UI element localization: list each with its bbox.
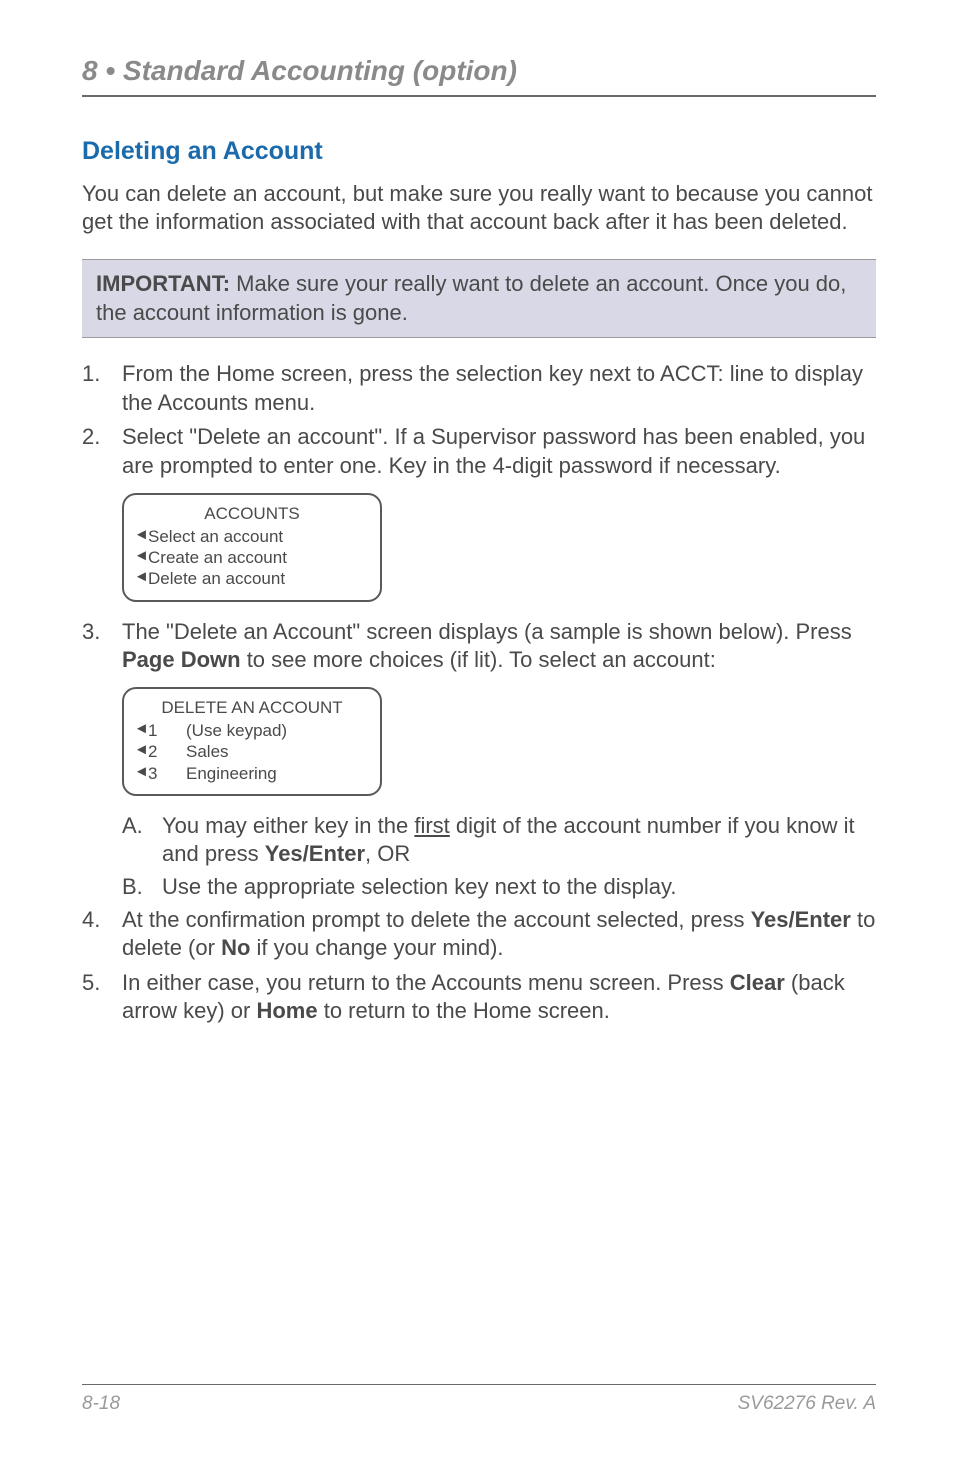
page-footer: 8-18 SV62276 Rev. A [82, 1384, 876, 1415]
section-title: Deleting an Account [82, 137, 876, 166]
step-text: The "Delete an Account" screen displays … [122, 618, 876, 675]
step-text: In either case, you return to the Accoun… [122, 969, 876, 1026]
step-text: At the confirmation prompt to delete the… [122, 906, 876, 963]
substep-a: A. You may either key in the first digit… [122, 812, 876, 869]
left-arrow-icon: ◄ [134, 720, 148, 741]
screen-row-text: Delete an account [148, 568, 285, 589]
screen-row: ◄ 1 (Use keypad) [134, 720, 370, 741]
home-text: Home [256, 998, 317, 1023]
chapter-title: 8 • Standard Accounting (option) [82, 55, 876, 97]
screen-row-text: Sales [166, 741, 229, 762]
step-number: 1. [82, 360, 122, 417]
screen-row-number: 3 [148, 763, 166, 784]
screen-row-text: Select an account [148, 526, 283, 547]
screen-row-text: (Use keypad) [166, 720, 287, 741]
step-text: From the Home screen, press the selectio… [122, 360, 876, 417]
step-5: 5. In either case, you return to the Acc… [82, 969, 876, 1026]
substep-text: Use the appropriate selection key next t… [162, 873, 876, 902]
substep-b: B. Use the appropriate selection key nex… [122, 873, 876, 902]
screen-row: ◄ Delete an account [134, 568, 370, 589]
important-callout: IMPORTANT: Make sure your really want to… [82, 259, 876, 338]
substep-text: You may either key in the first digit of… [162, 812, 876, 869]
step-1: 1. From the Home screen, press the selec… [82, 360, 876, 417]
step-text: Select "Delete an account". If a Supervi… [122, 423, 876, 480]
step-number: 4. [82, 906, 122, 963]
screen-title: DELETE AN ACCOUNT [134, 697, 370, 718]
first-underlined: first [414, 813, 449, 838]
left-arrow-icon: ◄ [134, 568, 148, 589]
screen-row-number: 1 [148, 720, 166, 741]
delete-account-screen: DELETE AN ACCOUNT ◄ 1 (Use keypad) ◄ 2 S… [122, 687, 382, 796]
screen-row-number: 2 [148, 741, 166, 762]
screen-row: ◄ 3 Engineering [134, 763, 370, 784]
page-number: 8-18 [82, 1393, 120, 1415]
step-3: 3. The "Delete an Account" screen displa… [82, 618, 876, 675]
accounts-screen: ACCOUNTS ◄ Select an account ◄ Create an… [122, 493, 382, 602]
step-number: 2. [82, 423, 122, 480]
step-number: 3. [82, 618, 122, 675]
screen-title: ACCOUNTS [134, 503, 370, 524]
intro-paragraph: You can delete an account, but make sure… [82, 180, 876, 235]
document-revision: SV62276 Rev. A [738, 1393, 876, 1415]
left-arrow-icon: ◄ [134, 763, 148, 784]
step-4: 4. At the confirmation prompt to delete … [82, 906, 876, 963]
step-2: 2. Select "Delete an account". If a Supe… [82, 423, 876, 480]
left-arrow-icon: ◄ [134, 526, 148, 547]
step-number: 5. [82, 969, 122, 1026]
left-arrow-icon: ◄ [134, 741, 148, 762]
no-text: No [221, 935, 250, 960]
screen-row: ◄ Create an account [134, 547, 370, 568]
page-down-text: Page Down [122, 647, 241, 672]
screen-row-text: Engineering [166, 763, 277, 784]
substep-letter: B. [122, 873, 162, 902]
yes-enter-text: Yes/Enter [751, 907, 851, 932]
left-arrow-icon: ◄ [134, 547, 148, 568]
screen-row: ◄ Select an account [134, 526, 370, 547]
screen-row: ◄ 2 Sales [134, 741, 370, 762]
yes-enter-text: Yes/Enter [265, 841, 365, 866]
screen-row-text: Create an account [148, 547, 287, 568]
clear-text: Clear [730, 970, 785, 995]
important-label: IMPORTANT: [96, 271, 230, 296]
substep-letter: A. [122, 812, 162, 869]
